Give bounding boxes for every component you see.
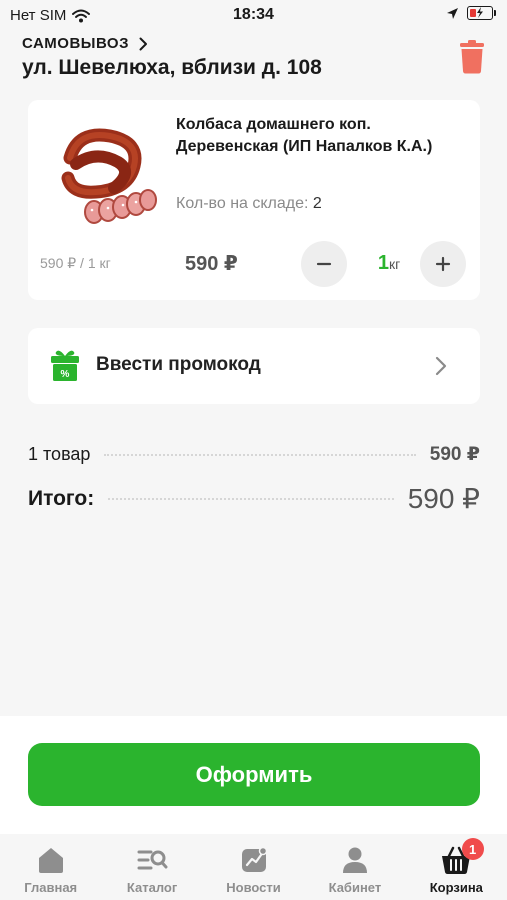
tab-label: Главная [24, 880, 78, 895]
tab-label: Кабинет [328, 880, 382, 895]
total-label: Итого: [28, 486, 95, 510]
smoked-sausage-image [61, 128, 157, 224]
total-row: Итого: 590 ₽ [28, 482, 480, 515]
quantity-value: 1 [377, 252, 389, 274]
pickup-address[interactable]: ул. Шевелюха, вблизи д. 108 [22, 56, 322, 80]
trash-icon[interactable] [458, 40, 486, 74]
promo-label: Ввести промокод [96, 354, 261, 375]
quantity-unit: кг [388, 256, 401, 272]
stock-value: 2 [312, 195, 322, 212]
quantity-display: 1кг [364, 252, 414, 275]
status-bar: Нет SIM 18:34 [0, 0, 507, 34]
total-value: 590 ₽ [407, 483, 480, 514]
pickup-label: САМОВЫВОЗ [22, 35, 129, 52]
minus-icon [316, 262, 332, 266]
cart-item-card: Колбаса домашнего коп. Деревенская (ИП Н… [28, 100, 480, 300]
increase-quantity-button[interactable] [420, 241, 466, 287]
status-indicators [446, 6, 496, 20]
status-time: 18:34 [233, 6, 274, 23]
gift-icon: % [51, 350, 79, 381]
leader-dots [104, 453, 416, 456]
tab-label: Новости [226, 880, 281, 895]
plus-icon [435, 256, 451, 272]
item-price: 590 ₽ [185, 253, 238, 275]
unit-price: 590 ₽ / 1 кг [40, 255, 111, 271]
profile-icon [342, 847, 367, 873]
leader-dots [108, 497, 394, 500]
battery-tip [494, 10, 496, 16]
svg-text:%: % [61, 369, 70, 380]
decrease-quantity-button[interactable] [301, 241, 347, 287]
battery-icon [467, 6, 496, 20]
tab-cart[interactable]: Корзина 1 [406, 834, 507, 900]
items-count-label: 1 товар [28, 444, 91, 464]
pickup-mode-selector[interactable]: САМОВЫВОЗ [22, 35, 148, 52]
stock-label: Кол-во на складе: [176, 195, 309, 212]
checkout-button[interactable]: Оформить [28, 743, 480, 806]
items-subtotal: 590 ₽ [429, 444, 480, 465]
tab-home[interactable]: Главная [0, 834, 101, 900]
stock-info: Кол-во на складе: 2 [176, 195, 322, 213]
catalog-icon [137, 850, 168, 870]
tab-news[interactable]: Новости [203, 834, 304, 900]
items-summary-row: 1 товар 590 ₽ [28, 443, 480, 466]
chevron-right-icon [139, 37, 147, 50]
chevron-right-icon [435, 356, 447, 376]
tab-label: Корзина [429, 880, 483, 895]
product-name[interactable]: Колбаса домашнего коп. Деревенская (ИП Н… [176, 114, 466, 158]
promo-code-button[interactable]: % Ввести промокод [28, 328, 480, 404]
charging-bolt-icon [477, 7, 483, 18]
checkout-panel: Оформить [0, 716, 507, 834]
news-icon [241, 846, 267, 872]
home-icon [38, 848, 63, 873]
location-arrow-icon [447, 7, 458, 19]
cart-count-badge: 1 [461, 838, 484, 860]
tab-profile[interactable]: Кабинет [304, 834, 405, 900]
tab-label: Каталог [126, 880, 178, 895]
tab-bar: Главная Каталог Новости Кабинет Корзина … [0, 834, 507, 900]
tab-catalog[interactable]: Каталог [101, 834, 202, 900]
